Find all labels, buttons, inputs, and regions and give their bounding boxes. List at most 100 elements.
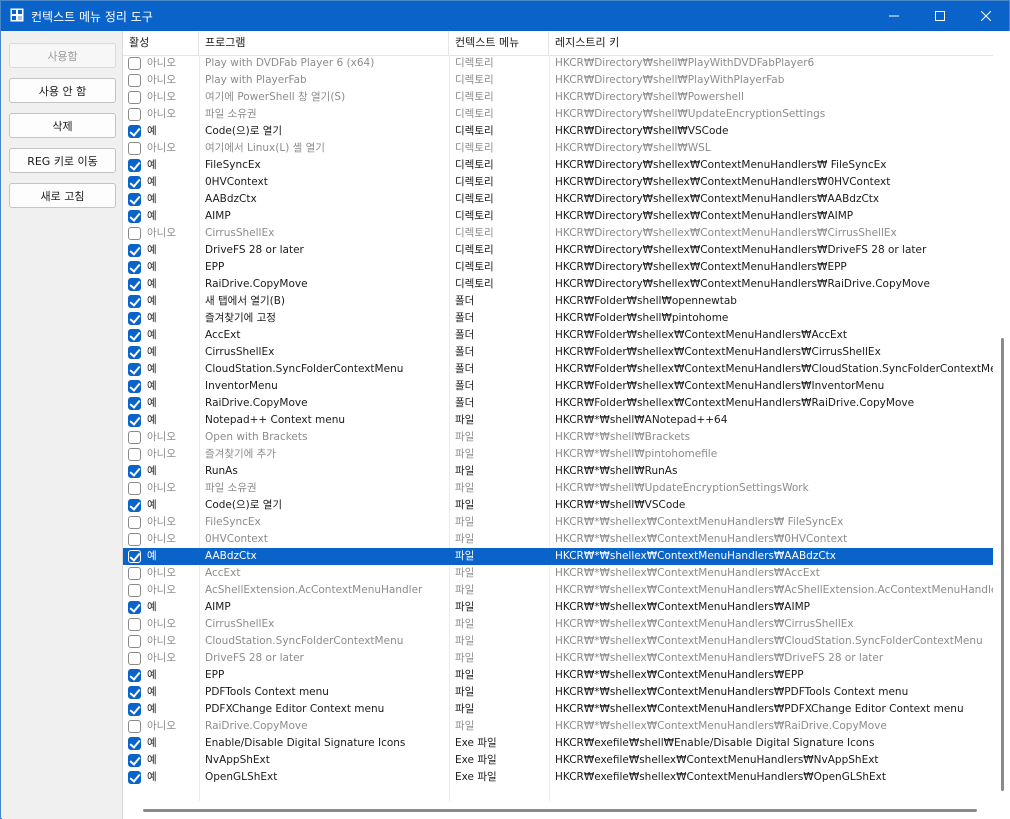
minimize-button[interactable] [871,1,917,31]
table-row[interactable]: 예 PDFXChange Editor Context menu 파일 HKCR₩*₩… [123,701,993,718]
table-row[interactable]: 예 EPP 파일 HKCR₩*₩shellex₩ContextMenuHandlers… [123,667,993,684]
refresh-button[interactable]: 새로 고침 [9,183,116,208]
active-checkbox[interactable] [128,771,141,784]
delete-button[interactable]: 삭제 [9,113,116,138]
table-row[interactable]: 아니오 여기에서 Linux(L) 셸 열기 디렉토리 HKCR₩Directory₩… [123,140,993,157]
table-row[interactable]: 예 EPP 디렉토리 HKCR₩Directory₩shellex₩ContextMe… [123,259,993,276]
table-row[interactable]: 예 AIMP 디렉토리 HKCR₩Directory₩shellex₩ContextM… [123,208,993,225]
active-checkbox[interactable] [128,737,141,750]
vertical-scrollbar[interactable] [993,31,1010,801]
active-checkbox[interactable] [128,618,141,631]
active-checkbox[interactable] [128,244,141,257]
table-row[interactable]: 아니오 FileSyncEx 파일 HKCR₩*₩shellex₩ContextMe… [123,514,993,531]
table-row[interactable]: 예 새 탭에서 열기(B) 폴더 HKCR₩Folder₩shell₩opennewt… [123,293,993,310]
active-checkbox[interactable] [128,482,141,495]
active-checkbox[interactable] [128,210,141,223]
table-row[interactable]: 예 RaiDrive.CopyMove 디렉토리 HKCR₩Directory₩she… [123,276,993,293]
active-checkbox[interactable] [128,57,141,70]
table-row[interactable]: 예 Code(으)로 열기 파일 HKCR₩*₩shell₩VSCode [123,497,993,514]
table-row[interactable]: 예 Code(으)로 열기 디렉토리 HKCR₩Directory₩shell₩VSC… [123,123,993,140]
table-row[interactable]: 예 FileSyncEx 디렉토리 HKCR₩Directory₩shellex₩C… [123,157,993,174]
active-checkbox[interactable] [128,652,141,665]
active-checkbox[interactable] [128,601,141,614]
active-checkbox[interactable] [128,431,141,444]
active-checkbox[interactable] [128,261,141,274]
active-checkbox[interactable] [128,227,141,240]
table-row[interactable]: 예 AIMP 파일 HKCR₩*₩shellex₩ContextMenuHandler… [123,599,993,616]
active-checkbox[interactable] [128,414,141,427]
table-row[interactable]: 예 Notepad++ Context menu 파일 HKCR₩*₩shell₩AN… [123,412,993,429]
horizontal-scroll-thumb[interactable] [143,809,977,812]
active-checkbox[interactable] [128,74,141,87]
active-checkbox[interactable] [128,567,141,580]
active-checkbox[interactable] [128,125,141,138]
active-checkbox[interactable] [128,533,141,546]
active-checkbox[interactable] [128,91,141,104]
table-row[interactable]: 예 InventorMenu 폴더 HKCR₩Folder₩shellex₩Conte… [123,378,993,395]
active-checkbox[interactable] [128,176,141,189]
table-row[interactable]: 아니오 파일 소유권 파일 HKCR₩*₩shell₩UpdateEncryption… [123,480,993,497]
title-bar[interactable]: 컨텍스트 메뉴 정리 도구 [1,1,1009,31]
table-row[interactable]: 예 0HVContext 디렉토리 HKCR₩Directory₩shellex₩Co… [123,174,993,191]
column-header-menu-type[interactable]: 컨텍스트 메뉴 [449,31,549,55]
active-checkbox[interactable] [128,397,141,410]
close-button[interactable] [963,1,1009,31]
active-checkbox[interactable] [128,499,141,512]
table-row[interactable]: 예 AccExt 폴더 HKCR₩Folder₩shellex₩ContextMenu… [123,327,993,344]
table-row[interactable]: 아니오 AcShellExtension.AcContextMenuHandler… [123,582,993,599]
table-row[interactable]: 예 즐겨찾기에 고정 폴더 HKCR₩Folder₩shell₩pintohome [123,310,993,327]
column-header-program[interactable]: 프로그램 [199,31,449,55]
table-row[interactable]: 예 Enable/Disable Digital Signature Icons E… [123,735,993,752]
enable-button[interactable]: 사용함 [9,43,116,68]
active-checkbox[interactable] [128,312,141,325]
active-checkbox[interactable] [128,669,141,682]
table-row[interactable]: 예 RunAs 파일 HKCR₩*₩shell₩RunAs [123,463,993,480]
active-checkbox[interactable] [128,329,141,342]
context-menu-list[interactable]: 활성 프로그램 컨텍스트 메뉴 레지스트리 키 아니오 Play with DVD… [122,31,1010,819]
table-row[interactable]: 아니오 AccExt 파일 HKCR₩*₩shellex₩ContextMenuHan… [123,565,993,582]
active-checkbox[interactable] [128,159,141,172]
table-row[interactable]: 아니오 Play with DVDFab Player 6 (x64) 디렉토리 HK… [123,55,993,72]
horizontal-scrollbar[interactable] [123,801,993,819]
table-row[interactable]: 아니오 Open with Brackets 파일 HKCR₩*₩shell₩Brac… [123,429,993,446]
active-checkbox[interactable] [128,346,141,359]
active-checkbox[interactable] [128,142,141,155]
table-row[interactable]: 예 CloudStation.SyncFolderContextMenu 폴더 HKC… [123,361,993,378]
table-row[interactable]: 예 NvAppShExt Exe 파일 HKCR₩exefile₩shellex₩Co… [123,752,993,769]
table-row[interactable]: 아니오 파일 소유권 디렉토리 HKCR₩Directory₩shell₩Update… [123,106,993,123]
table-row[interactable]: 예 AABdzCtx 디렉토리 HKCR₩Directory₩shellex₩Cont… [123,191,993,208]
active-checkbox[interactable] [128,448,141,461]
vertical-scroll-thumb[interactable] [1001,338,1004,791]
table-row[interactable]: 아니오 즐겨찾기에 추가 파일 HKCR₩*₩shell₩pintohomefile [123,446,993,463]
active-checkbox[interactable] [128,363,141,376]
table-row[interactable]: 아니오 DriveFS 28 or later 파일 HKCR₩*₩shellex₩C… [123,650,993,667]
table-row[interactable]: 예 RaiDrive.CopyMove 폴더 HKCR₩Folder₩shellex₩… [123,395,993,412]
active-checkbox[interactable] [128,550,141,563]
table-row[interactable]: 아니오 여기에 PowerShell 창 열기(S) 디렉토리 HKCR₩Direct… [123,89,993,106]
column-header-active[interactable]: 활성 [123,31,199,55]
table-row[interactable]: 예 DriveFS 28 or later 디렉토리 HKCR₩Directory₩s… [123,242,993,259]
active-checkbox[interactable] [128,380,141,393]
go-to-reg-key-button[interactable]: REG 키로 이동 [9,148,116,173]
table-row[interactable]: 아니오 RaiDrive.CopyMove 파일 HKCR₩*₩shellex₩Con… [123,718,993,735]
table-row[interactable]: 예 PDFTools Context menu 파일 HKCR₩*₩shellex₩C… [123,684,993,701]
table-row[interactable]: 아니오 Play with PlayerFab 디렉토리 HKCR₩Directory… [123,72,993,89]
active-checkbox[interactable] [128,465,141,478]
active-checkbox[interactable] [128,686,141,699]
table-row[interactable]: 예 AABdzCtx 파일 HKCR₩*₩shellex₩ContextMenuHan… [123,548,993,565]
active-checkbox[interactable] [128,584,141,597]
table-row[interactable]: 아니오 CirrusShellEx 파일 HKCR₩*₩shellex₩Context… [123,616,993,633]
active-checkbox[interactable] [128,193,141,206]
disable-button[interactable]: 사용 안 함 [9,78,116,103]
active-checkbox[interactable] [128,720,141,733]
table-row[interactable]: 예 CirrusShellEx 폴더 HKCR₩Folder₩shellex₩Cont… [123,344,993,361]
table-row[interactable]: 아니오 CirrusShellEx 디렉토리 HKCR₩Directory₩shell… [123,225,993,242]
active-checkbox[interactable] [128,516,141,529]
active-checkbox[interactable] [128,108,141,121]
column-header-registry-key[interactable]: 레지스트리 키 [549,31,993,55]
active-checkbox[interactable] [128,754,141,767]
table-row[interactable]: 예 OpenGLShExt Exe 파일 HKCR₩exefile₩shellex₩C… [123,769,993,786]
active-checkbox[interactable] [128,278,141,291]
active-checkbox[interactable] [128,295,141,308]
active-checkbox[interactable] [128,703,141,716]
